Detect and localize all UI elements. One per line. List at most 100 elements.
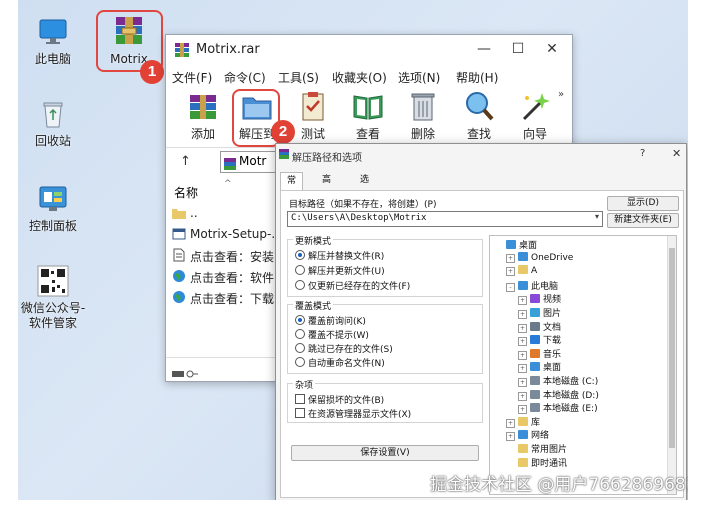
toolbar-more-icon[interactable]: » <box>558 89 564 100</box>
expand-icon[interactable]: + <box>518 391 527 401</box>
expand-icon[interactable]: + <box>518 350 527 360</box>
close-button[interactable]: ✕ <box>540 38 564 60</box>
tree-node[interactable]: 即时通讯 <box>506 456 567 469</box>
expand-icon[interactable]: + <box>518 364 527 374</box>
tree-scrollbar[interactable] <box>667 236 676 494</box>
tree-node-label: 桌面 <box>519 241 538 251</box>
folder-tree[interactable]: 桌面 + OneDrive + A - 此电脑 + 视频 + 图片 + 文档 + 下载 + 音乐 + 桌面 + 本地磁盘… <box>489 235 677 495</box>
expand-icon[interactable]: + <box>506 267 515 277</box>
tree-node[interactable]: + 本地磁盘 (D:) <box>518 388 599 401</box>
toolbar-delete-button[interactable]: 删除 <box>398 89 448 142</box>
tree-node[interactable]: + 音乐 <box>518 347 562 360</box>
minimize-button[interactable]: — <box>472 38 496 60</box>
toolbar-add-button[interactable]: 添加 <box>178 89 228 142</box>
tree-node[interactable]: + 下载 <box>518 333 562 347</box>
maximize-button[interactable]: ☐ <box>506 38 530 60</box>
toolbar-view-button[interactable]: 查看 <box>343 89 393 142</box>
tree-node[interactable]: + 网络 <box>506 428 549 442</box>
tree-node[interactable]: 桌面 <box>494 238 538 251</box>
list-item[interactable]: 点击查看：下载 <box>166 287 276 308</box>
radio-skip-existing[interactable]: 跳过已存在的文件(S) <box>295 342 393 355</box>
list-item[interactable]: Motrix-Setup-... <box>166 224 283 245</box>
address-bar[interactable]: Motr <box>220 151 282 173</box>
tree-node-label: 音乐 <box>543 349 562 360</box>
tree-node[interactable]: - 此电脑 <box>506 279 558 292</box>
tab-advanced[interactable]: 高级 <box>316 172 337 202</box>
tree-node[interactable]: + A <box>506 265 537 277</box>
tab-general[interactable]: 常规 <box>280 172 304 203</box>
tree-node-label: 下载 <box>543 336 562 347</box>
menu-favorites[interactable]: 收藏夹(O) <box>332 69 387 86</box>
desktop-icon-this-pc[interactable]: 此电脑 <box>18 16 88 67</box>
toolbar-wizard-button[interactable]: 向导 <box>510 89 560 142</box>
folder-icon <box>518 457 528 467</box>
desktop-icon-label: 此电脑 <box>34 52 71 66</box>
radio-auto-rename[interactable]: 自动重命名文件(N) <box>295 356 385 369</box>
option-label: 保留损坏的文件(B) <box>308 396 385 406</box>
toolbar-find-button[interactable]: 查找 <box>454 89 504 142</box>
show-button[interactable]: 显示(D) <box>607 196 679 211</box>
dest-path-input[interactable]: C:\Users\A\Desktop\Motrix ▾ <box>287 211 603 227</box>
collapse-icon[interactable]: - <box>506 282 515 292</box>
scrollbar-thumb[interactable] <box>669 248 675 448</box>
expand-icon[interactable]: + <box>506 418 515 428</box>
chevron-down-icon[interactable]: ▾ <box>595 212 599 221</box>
column-header-name[interactable]: 名称 ^ <box>166 179 276 201</box>
menu-file[interactable]: 文件(F) <box>172 69 212 86</box>
radio-extract-replace[interactable]: 解压并替换文件(R) <box>295 249 384 262</box>
tree-node[interactable]: + 桌面 <box>518 360 561 374</box>
toolbar-label: 删除 <box>410 127 435 141</box>
desktop-icon-wechat-qr[interactable]: 微信公众号- 软件管家 <box>18 265 88 331</box>
expand-icon[interactable]: + <box>506 253 515 263</box>
radio-overwrite-silent[interactable]: 覆盖不提示(W) <box>295 328 369 341</box>
radio-ask-before[interactable]: 覆盖前询问(K) <box>295 314 366 327</box>
tree-node[interactable]: + 库 <box>506 415 540 428</box>
dialog-close-button[interactable]: ✕ <box>672 147 681 160</box>
save-settings-button[interactable]: 保存设置(V) <box>291 445 479 461</box>
expand-icon[interactable]: + <box>506 432 515 442</box>
tree-node[interactable]: + 本地磁盘 (E:) <box>518 401 598 415</box>
radio-extract-update[interactable]: 解压并更新文件(U) <box>295 264 385 277</box>
tree-node[interactable]: + OneDrive <box>506 251 573 264</box>
tab-options[interactable]: 选项 <box>354 172 375 202</box>
title-bar: Motrix.rar — ☐ ✕ <box>166 35 572 65</box>
tree-node[interactable]: + 图片 <box>518 306 561 319</box>
desktop-icon-control-panel[interactable]: 控制面板 <box>18 183 88 234</box>
expand-icon[interactable]: + <box>518 337 527 347</box>
dialog-app-icon <box>279 149 289 159</box>
picture-icon <box>530 308 540 317</box>
radio-fresh-existing[interactable]: 仅更新已经存在的文件(F) <box>295 279 410 292</box>
menu-help[interactable]: 帮助(H) <box>456 69 498 86</box>
desktop-icon-label: 微信公众号- <box>20 301 86 315</box>
new-folder-button[interactable]: 新建文件夹(E) <box>607 213 679 228</box>
tree-node[interactable]: + 文档 <box>518 320 561 333</box>
menu-tools[interactable]: 工具(S) <box>278 69 319 86</box>
up-arrow-icon[interactable]: ↑ <box>180 154 191 169</box>
toolbar-test-button[interactable]: 测试 <box>288 89 338 142</box>
tree-node[interactable]: 常用图片 <box>506 442 567 455</box>
help-button[interactable]: ? <box>640 148 645 159</box>
magic-wand-icon <box>518 89 552 123</box>
library-icon <box>518 416 528 426</box>
tree-node[interactable]: + 视频 <box>518 292 561 306</box>
menu-commands[interactable]: 命令(C) <box>224 69 266 86</box>
checkbox-show-in-explorer[interactable]: 在资源管理器显示文件(X) <box>295 407 411 420</box>
menu-options[interactable]: 选项(N) <box>398 69 440 86</box>
list-item[interactable]: 点击查看：安装 <box>166 245 276 266</box>
tree-node[interactable]: + 本地磁盘 (C:) <box>518 374 598 387</box>
checkbox-indicator <box>295 394 305 404</box>
status-bar <box>166 357 276 380</box>
desktop-icon-recycle-bin[interactable]: 回收站 <box>18 98 88 149</box>
option-label: 解压并更新文件(U) <box>308 267 385 277</box>
list-item[interactable]: 点击查看：软件 <box>166 266 276 287</box>
checkbox-keep-broken[interactable]: 保留损坏的文件(B) <box>295 393 384 406</box>
toolbar-label: 添加 <box>190 127 215 141</box>
expand-icon[interactable]: + <box>518 378 527 387</box>
expand-icon[interactable]: + <box>518 405 527 415</box>
monitor-icon <box>518 280 528 290</box>
address-text: Motr <box>239 154 267 168</box>
expand-icon[interactable]: + <box>518 323 527 333</box>
expand-icon[interactable]: + <box>518 296 527 306</box>
expand-icon[interactable]: + <box>518 310 527 319</box>
list-item[interactable]: .. <box>166 203 276 224</box>
